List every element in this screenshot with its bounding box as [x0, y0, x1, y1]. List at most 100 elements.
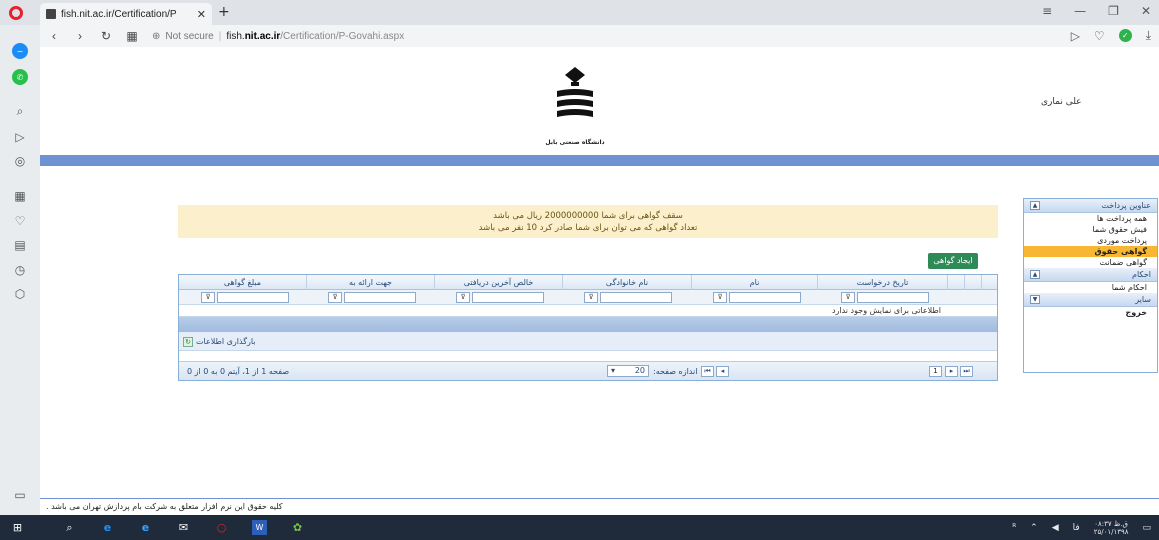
collapse-icon[interactable]: ▲: [1030, 270, 1040, 279]
menu-item-all-payments[interactable]: همه پرداخت ها: [1024, 213, 1157, 224]
column-header-net-payment[interactable]: خالص آخرین دریافتی: [434, 275, 562, 290]
window-controls: ≡ — ❐ ✕: [1042, 4, 1151, 18]
filter-recipient-input[interactable]: [344, 292, 416, 303]
filter-last-name: ⊽: [584, 292, 672, 303]
tab-menu-icon[interactable]: ≡: [1042, 4, 1052, 18]
column-header-first-name[interactable]: نام: [691, 275, 817, 290]
opera-icon[interactable]: ○: [214, 520, 229, 535]
notification-icon[interactable]: ▭: [1142, 523, 1151, 533]
check-icon[interactable]: ✓: [1118, 29, 1132, 42]
filter-icon[interactable]: ⊽: [328, 292, 342, 303]
column-header-amount[interactable]: مبلغ گواهی: [179, 275, 306, 290]
next-page-icon[interactable]: ▸: [945, 366, 958, 377]
url-separator: |: [218, 30, 222, 42]
header-band: [40, 155, 1159, 166]
speaker-icon[interactable]: ◀: [1052, 523, 1059, 533]
people-icon[interactable]: ᴿ: [1012, 523, 1016, 533]
heart-icon[interactable]: ♡: [1094, 29, 1105, 43]
send-icon[interactable]: ▷: [12, 129, 28, 145]
download-icon[interactable]: ⤓: [1146, 28, 1151, 43]
grid-divider-band: [179, 317, 997, 332]
opera-menu-icon[interactable]: [9, 6, 23, 20]
sidebar-toggle-icon[interactable]: ▭: [12, 487, 28, 503]
filter-icon[interactable]: ⊽: [841, 292, 855, 303]
search-icon[interactable]: ⌕: [62, 520, 77, 535]
filter-first-name: ⊽: [713, 292, 801, 303]
page-size-select[interactable]: ▾ 20: [607, 365, 649, 377]
filter-icon[interactable]: ⊽: [201, 292, 215, 303]
history-icon[interactable]: ◷: [12, 262, 28, 278]
filter-last-name-input[interactable]: [600, 292, 672, 303]
certificates-grid: مبلغ گواهی جهت ارائه به خالص آخرین دریاف…: [178, 274, 998, 381]
minimize-icon[interactable]: —: [1074, 4, 1086, 18]
back-icon[interactable]: ‹: [48, 29, 60, 43]
column-header-request-date[interactable]: تاریخ درخواست: [817, 275, 947, 290]
menu-section-other[interactable]: سایر ▼: [1024, 293, 1157, 307]
chevron-up-icon[interactable]: ⌃: [1030, 523, 1038, 533]
create-certificate-button[interactable]: ایجاد گواهی: [928, 253, 978, 269]
close-window-icon[interactable]: ✕: [1141, 4, 1151, 18]
first-page-icon[interactable]: ⏮: [701, 366, 714, 377]
menu-section-payments[interactable]: عناوین پرداخت ▲: [1024, 199, 1157, 213]
address-bar: ‹ › ↻ ▦ ⊕ Not secure | fish.nit.ac.ir/Ce…: [40, 25, 1159, 47]
filter-request-date-input[interactable]: [857, 292, 929, 303]
menu-item-occasional-payment[interactable]: پرداخت موردی: [1024, 235, 1157, 246]
menu-section-decrees[interactable]: احکام ▲: [1024, 268, 1157, 282]
new-tab-button[interactable]: +: [218, 4, 230, 20]
filter-icon[interactable]: ⊽: [713, 292, 727, 303]
send-icon[interactable]: ▷: [1071, 29, 1080, 43]
security-label[interactable]: Not secure: [165, 31, 213, 42]
reload-icon[interactable]: ↻: [100, 29, 112, 43]
language-indicator[interactable]: فا: [1073, 523, 1080, 533]
whatsapp-icon[interactable]: ✆: [12, 69, 28, 85]
speed-dial-icon[interactable]: ▦: [126, 29, 138, 43]
menu-section-title: عناوین پرداخت: [1101, 201, 1151, 210]
search-icon[interactable]: ⌕: [12, 103, 28, 119]
filter-icon[interactable]: ⊽: [456, 292, 470, 303]
url-path: /Certification/P-Govahi.aspx: [280, 30, 405, 42]
globe-icon: ⊕: [152, 30, 161, 42]
refresh-label: بارگذاری اطلاعات: [196, 337, 256, 346]
windows-start-icon[interactable]: ⊞: [10, 520, 25, 535]
pager-status: صفحه 1 از 1، آیتم 0 به 0 از 0: [187, 367, 290, 376]
filter-net-payment-input[interactable]: [472, 292, 544, 303]
mail-icon[interactable]: ✉: [176, 520, 191, 535]
app-icon[interactable]: ✿: [290, 520, 305, 535]
close-tab-icon[interactable]: ✕: [197, 8, 206, 21]
filter-amount-input[interactable]: [217, 292, 289, 303]
edge-icon[interactable]: e: [100, 520, 115, 535]
menu-section-title: احکام: [1132, 270, 1151, 279]
address-bar-actions: ▷ ♡ ✓ ⤓: [1071, 28, 1151, 43]
camera-icon[interactable]: ◎: [12, 153, 28, 169]
speed-dial-icon[interactable]: ▦: [12, 188, 28, 204]
prev-page-icon[interactable]: ◂: [716, 366, 729, 377]
menu-item-logout[interactable]: خروج: [1024, 307, 1157, 318]
menu-item-salary-certificate[interactable]: گواهی حقوق: [1024, 246, 1157, 257]
collapse-icon[interactable]: ▲: [1030, 201, 1040, 210]
menu-item-your-decrees[interactable]: احکام شما: [1024, 282, 1157, 293]
heart-icon[interactable]: ♡: [12, 213, 28, 229]
browser-tab[interactable]: fish.nit.ac.ir/Certification/P ✕: [40, 3, 212, 25]
menu-item-guarantee-certificate[interactable]: گواهی ضمانت: [1024, 257, 1157, 268]
url-field[interactable]: ⊕ Not secure | fish.nit.ac.ir/Certificat…: [152, 31, 404, 42]
current-page-button[interactable]: 1: [929, 366, 942, 377]
filter-icon[interactable]: ⊽: [584, 292, 598, 303]
extensions-icon[interactable]: ⬡: [12, 286, 28, 302]
clock[interactable]: ۰۸:۳۷ ق.ظ ۲۵/۰۱/۱۳۹۸: [1094, 520, 1129, 536]
column-header-last-name[interactable]: نام خانوادگی: [562, 275, 691, 290]
internet-explorer-icon[interactable]: e: [138, 520, 153, 535]
notice-line-2: تعداد گواهی که می توان برای شما صادر کرد…: [478, 223, 698, 233]
restore-icon[interactable]: ❐: [1108, 4, 1119, 18]
menu-item-payslip[interactable]: فیش حقوق شما: [1024, 224, 1157, 235]
last-page-icon[interactable]: ⏭: [960, 366, 973, 377]
column-header-recipient[interactable]: جهت ارائه به: [306, 275, 434, 290]
limit-notice: سقف گواهی برای شما 2000000000 ریال می با…: [178, 205, 998, 238]
news-icon[interactable]: ▤: [12, 237, 28, 253]
university-logo: [557, 67, 593, 117]
refresh-button[interactable]: ↻ بارگذاری اطلاعات: [183, 335, 256, 348]
expand-icon[interactable]: ▼: [1030, 295, 1040, 304]
word-icon[interactable]: W: [252, 520, 267, 535]
forward-icon[interactable]: ›: [74, 29, 86, 43]
filter-first-name-input[interactable]: [729, 292, 801, 303]
messenger-icon[interactable]: ~: [12, 43, 28, 59]
